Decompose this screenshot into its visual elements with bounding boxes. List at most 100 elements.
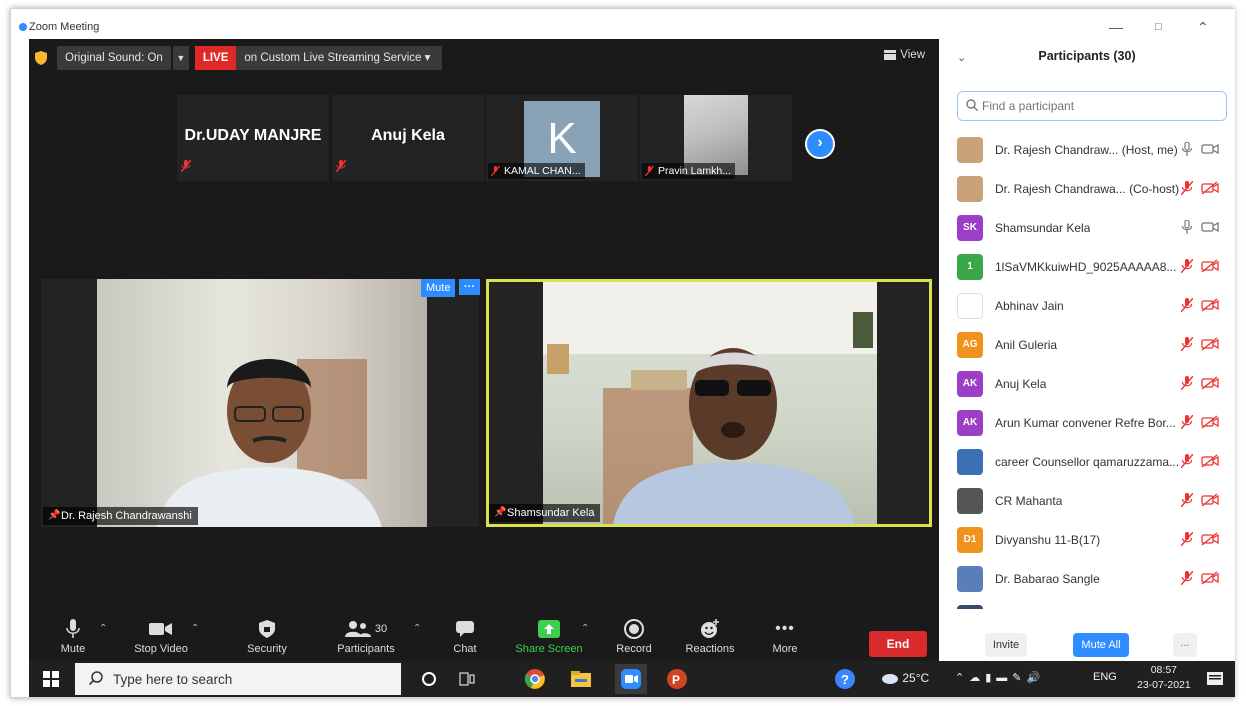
- participant-row[interactable]: Dr. Rajesh Chandrawa... (Co-host): [939, 170, 1235, 209]
- cloud-icon: [882, 674, 898, 684]
- participants-count: 30: [374, 623, 388, 635]
- chrome-icon[interactable]: [523, 667, 547, 691]
- muted-mic-icon[interactable]: [1180, 570, 1194, 590]
- muted-mic-icon[interactable]: [1180, 180, 1194, 200]
- muted-mic-icon[interactable]: [1180, 414, 1194, 434]
- language-indicator[interactable]: ENG: [1093, 671, 1117, 683]
- original-sound-toggle[interactable]: Original Sound: On: [57, 46, 171, 70]
- streaming-service-dropdown[interactable]: on Custom Live Streaming Service ▾: [236, 46, 443, 70]
- task-view-icon[interactable]: [455, 667, 479, 691]
- original-sound-caret-icon[interactable]: ▼: [172, 46, 189, 70]
- video-off-icon[interactable]: [1201, 298, 1219, 317]
- system-tray-icons[interactable]: ⌃☁▮▬✎🔊: [955, 671, 1045, 684]
- more-button[interactable]: ••• More: [769, 617, 801, 655]
- video-off-icon[interactable]: [1201, 181, 1219, 200]
- muted-mic-icon[interactable]: [1180, 531, 1194, 551]
- mute-all-button[interactable]: Mute All: [1073, 633, 1129, 657]
- participant-row[interactable]: 1 1lSaVMKkuiwHD_9025AAAAA8...: [939, 248, 1235, 287]
- help-icon[interactable]: ?: [833, 667, 857, 691]
- video-off-icon[interactable]: [1201, 337, 1219, 356]
- view-button[interactable]: View: [884, 49, 925, 61]
- mute-button[interactable]: Mute: [55, 617, 91, 655]
- weather-widget[interactable]: 25°C: [881, 671, 929, 685]
- participant-more-button[interactable]: ···: [459, 279, 480, 295]
- muted-mic-icon[interactable]: [1180, 297, 1194, 317]
- participant-search-input[interactable]: [982, 97, 1218, 115]
- participant-row[interactable]: Dr. Rajesh Chandraw... (Host, me): [939, 131, 1235, 170]
- participant-row[interactable]: Dr. Babarao Sangle: [939, 560, 1235, 599]
- video-off-icon[interactable]: [1201, 415, 1219, 434]
- taskbar-search-box[interactable]: Type here to search: [75, 663, 401, 695]
- thumbnail-name: Dr.UDAY MANJRE: [184, 127, 322, 144]
- mute-participant-button[interactable]: Mute: [421, 279, 456, 297]
- search-icon: [966, 98, 978, 116]
- participant-row[interactable]: CR Mahanta: [939, 482, 1235, 521]
- stop-video-button[interactable]: Stop Video: [129, 617, 193, 655]
- window-title: Zoom Meeting: [29, 21, 100, 33]
- video-camera-icon[interactable]: [1201, 142, 1219, 161]
- muted-mic-icon[interactable]: [1180, 453, 1194, 473]
- next-page-arrow-icon[interactable]: ›: [805, 129, 835, 159]
- thumbnail-kamal[interactable]: K KAMAL CHAN...: [486, 95, 638, 181]
- invite-button[interactable]: Invite: [985, 633, 1027, 657]
- video-off-icon[interactable]: [1201, 376, 1219, 395]
- video-off-icon[interactable]: [1201, 493, 1219, 512]
- video-options-caret-icon[interactable]: ⌃: [191, 623, 199, 634]
- microphone-icon[interactable]: [1181, 141, 1193, 161]
- participants-options-caret-icon[interactable]: ⌃: [413, 623, 421, 634]
- thumbnail-pravin[interactable]: Pravin Lamkh...: [640, 95, 792, 181]
- security-button[interactable]: Security: [243, 617, 291, 655]
- participant-name: Dr. Rajesh Chandrawa... (Co-host): [995, 182, 1180, 196]
- participants-button[interactable]: 30 Participants: [333, 617, 399, 655]
- security-shield-icon[interactable]: [33, 50, 49, 66]
- file-explorer-icon[interactable]: [569, 667, 593, 691]
- participant-row[interactable]: AK Anuj Kela: [939, 365, 1235, 404]
- windows-start-icon[interactable]: [43, 671, 59, 692]
- participant-row[interactable]: AK Arun Kumar convener Refre Bor...: [939, 404, 1235, 443]
- panel-more-button[interactable]: ...: [1173, 633, 1197, 657]
- participant-search-box[interactable]: [957, 91, 1227, 121]
- minimize-button[interactable]: —: [1109, 19, 1123, 35]
- participant-row[interactable]: Abhinav Jain: [939, 287, 1235, 326]
- video-off-icon[interactable]: [1201, 259, 1219, 278]
- restore-button[interactable]: □: [1155, 21, 1162, 33]
- taskbar-search-placeholder: Type here to search: [113, 672, 233, 687]
- share-options-caret-icon[interactable]: ⌃: [581, 623, 589, 634]
- thumbnail-uday[interactable]: Dr.UDAY MANJRE: [177, 95, 329, 181]
- share-screen-button[interactable]: Share Screen: [513, 617, 585, 655]
- participant-row[interactable]: DD: [939, 599, 1235, 609]
- video-tile-rajesh[interactable]: 📌 Dr. Rajesh Chandrawanshi: [41, 279, 479, 527]
- video-tile-shamsundar[interactable]: 📌 Shamsundar Kela: [486, 279, 932, 527]
- video-off-icon[interactable]: [1201, 532, 1219, 551]
- thumbnail-label-text: KAMAL CHAN...: [504, 165, 581, 177]
- live-badge[interactable]: LIVE: [194, 46, 237, 70]
- muted-mic-icon[interactable]: [1180, 336, 1194, 356]
- zoom-app-icon[interactable]: [615, 664, 647, 694]
- thumbnail-anuj[interactable]: Anuj Kela: [332, 95, 484, 181]
- participant-name: 1lSaVMKkuiwHD_9025AAAAA8...: [995, 260, 1177, 274]
- participant-row[interactable]: SK Shamsundar Kela: [939, 209, 1235, 248]
- powerpoint-icon[interactable]: P: [665, 667, 689, 691]
- participant-row[interactable]: career Counsellor qamaruzzama...: [939, 443, 1235, 482]
- video-off-icon[interactable]: [1201, 454, 1219, 473]
- notifications-icon[interactable]: [1203, 667, 1227, 691]
- video-camera-icon[interactable]: [1201, 220, 1219, 239]
- microphone-icon[interactable]: [1181, 219, 1193, 239]
- cortana-icon[interactable]: [417, 667, 441, 691]
- thumbnail-label-text: Pravin Lamkh...: [658, 165, 731, 177]
- participant-row[interactable]: D1 Divyanshu 11-B(17): [939, 521, 1235, 560]
- weather-temp: 25°C: [902, 671, 930, 685]
- end-meeting-button[interactable]: End: [869, 631, 927, 657]
- taskbar-clock[interactable]: 08:57 23-07-2021: [1137, 663, 1191, 693]
- muted-mic-icon[interactable]: [1180, 258, 1194, 278]
- audio-options-caret-icon[interactable]: ⌃: [99, 623, 107, 634]
- collapse-button[interactable]: ⌃: [1197, 19, 1209, 36]
- muted-mic-icon[interactable]: [1180, 492, 1194, 512]
- muted-mic-icon[interactable]: [1180, 375, 1194, 395]
- participant-avatar: AK: [957, 371, 983, 397]
- video-off-icon[interactable]: [1201, 571, 1219, 590]
- chat-button[interactable]: Chat: [449, 617, 481, 655]
- participant-row[interactable]: AG Anil Guleria: [939, 326, 1235, 365]
- record-button[interactable]: Record: [613, 617, 655, 655]
- reactions-button[interactable]: Reactions: [683, 617, 737, 655]
